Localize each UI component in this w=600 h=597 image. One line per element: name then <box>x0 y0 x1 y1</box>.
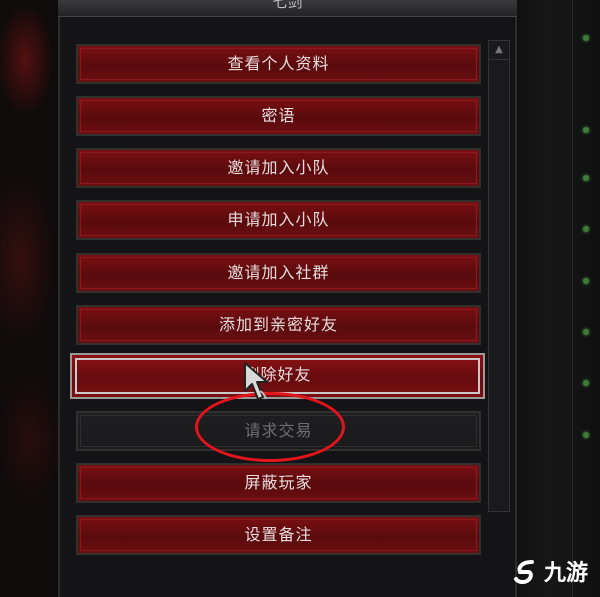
online-status-dot <box>583 278 589 284</box>
whisper-button[interactable]: 密语 <box>76 96 481 136</box>
invite-to-party-button[interactable]: 邀请加入小队 <box>76 148 481 188</box>
mouse-cursor-icon <box>244 362 268 400</box>
menu-scrollbar[interactable]: ▲ <box>488 40 510 512</box>
j9-logo-icon <box>514 560 534 585</box>
online-status-dot <box>583 35 589 41</box>
online-status-dot <box>583 380 589 386</box>
request-join-party-button[interactable]: 申请加入小队 <box>76 200 481 240</box>
online-status-dot <box>583 329 589 335</box>
invite-to-clan-button[interactable]: 邀请加入社群 <box>76 253 481 293</box>
view-profile-button[interactable]: 查看个人资料 <box>76 44 481 84</box>
watermark-text: 九游 <box>544 561 589 586</box>
online-status-dot <box>583 175 589 181</box>
online-status-dot <box>583 432 589 438</box>
set-note-button[interactable]: 设置备注 <box>76 515 481 555</box>
online-status-dot <box>583 127 589 133</box>
background-right-panel <box>515 0 600 597</box>
online-status-dot <box>583 226 589 232</box>
player-name: 七剑 <box>272 0 303 11</box>
add-close-friend-button[interactable]: 添加到亲密好友 <box>76 305 481 345</box>
context-menu-header: 七剑 <box>58 0 517 17</box>
block-player-button[interactable]: 屏蔽玩家 <box>76 463 481 503</box>
background-left-art <box>0 0 62 597</box>
triangle-up-icon[interactable]: ▲ <box>489 41 509 60</box>
